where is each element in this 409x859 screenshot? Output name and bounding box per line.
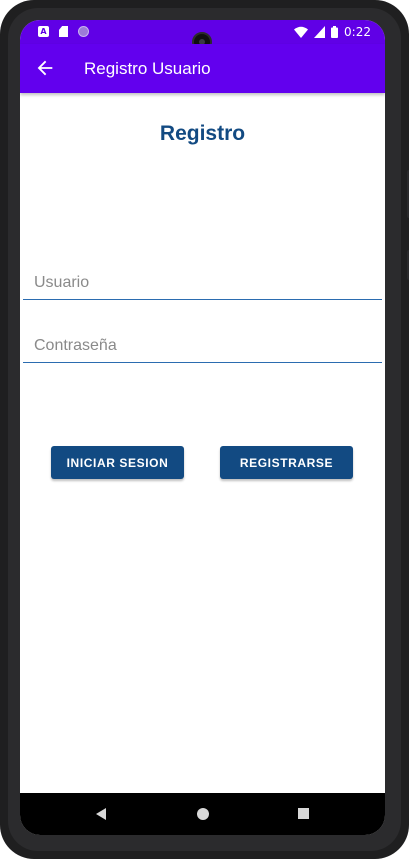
- register-button[interactable]: REGISTRARSE: [220, 446, 353, 479]
- username-field[interactable]: [23, 266, 382, 300]
- recents-square-icon[interactable]: [298, 808, 309, 819]
- status-bar-system: 0:22: [294, 25, 371, 39]
- wifi-icon: [294, 26, 309, 38]
- signal-icon: [314, 26, 326, 38]
- app-bar: Registro Usuario: [20, 44, 385, 93]
- status-time: 0:22: [344, 25, 371, 39]
- sd-card-icon: [59, 26, 68, 37]
- a-notification-icon: A: [38, 26, 49, 37]
- navigation-bar: [20, 793, 385, 835]
- back-triangle-icon[interactable]: [96, 808, 106, 820]
- app-bar-title: Registro Usuario: [84, 59, 211, 78]
- battery-icon: [331, 26, 339, 38]
- password-field[interactable]: [23, 329, 382, 363]
- page-title: Registro: [159, 122, 246, 145]
- home-circle-icon[interactable]: [197, 808, 209, 820]
- status-bar-notifications: A: [38, 26, 89, 37]
- phone-frame: A 0:22 Registro Usuario Registro Usuario…: [0, 0, 409, 859]
- arrow-back-icon[interactable]: [34, 57, 56, 79]
- login-button[interactable]: INICIAR SESION: [51, 446, 184, 479]
- screen: A 0:22 Registro Usuario Registro Usuario…: [20, 20, 385, 835]
- circle-notification-icon: [78, 26, 89, 37]
